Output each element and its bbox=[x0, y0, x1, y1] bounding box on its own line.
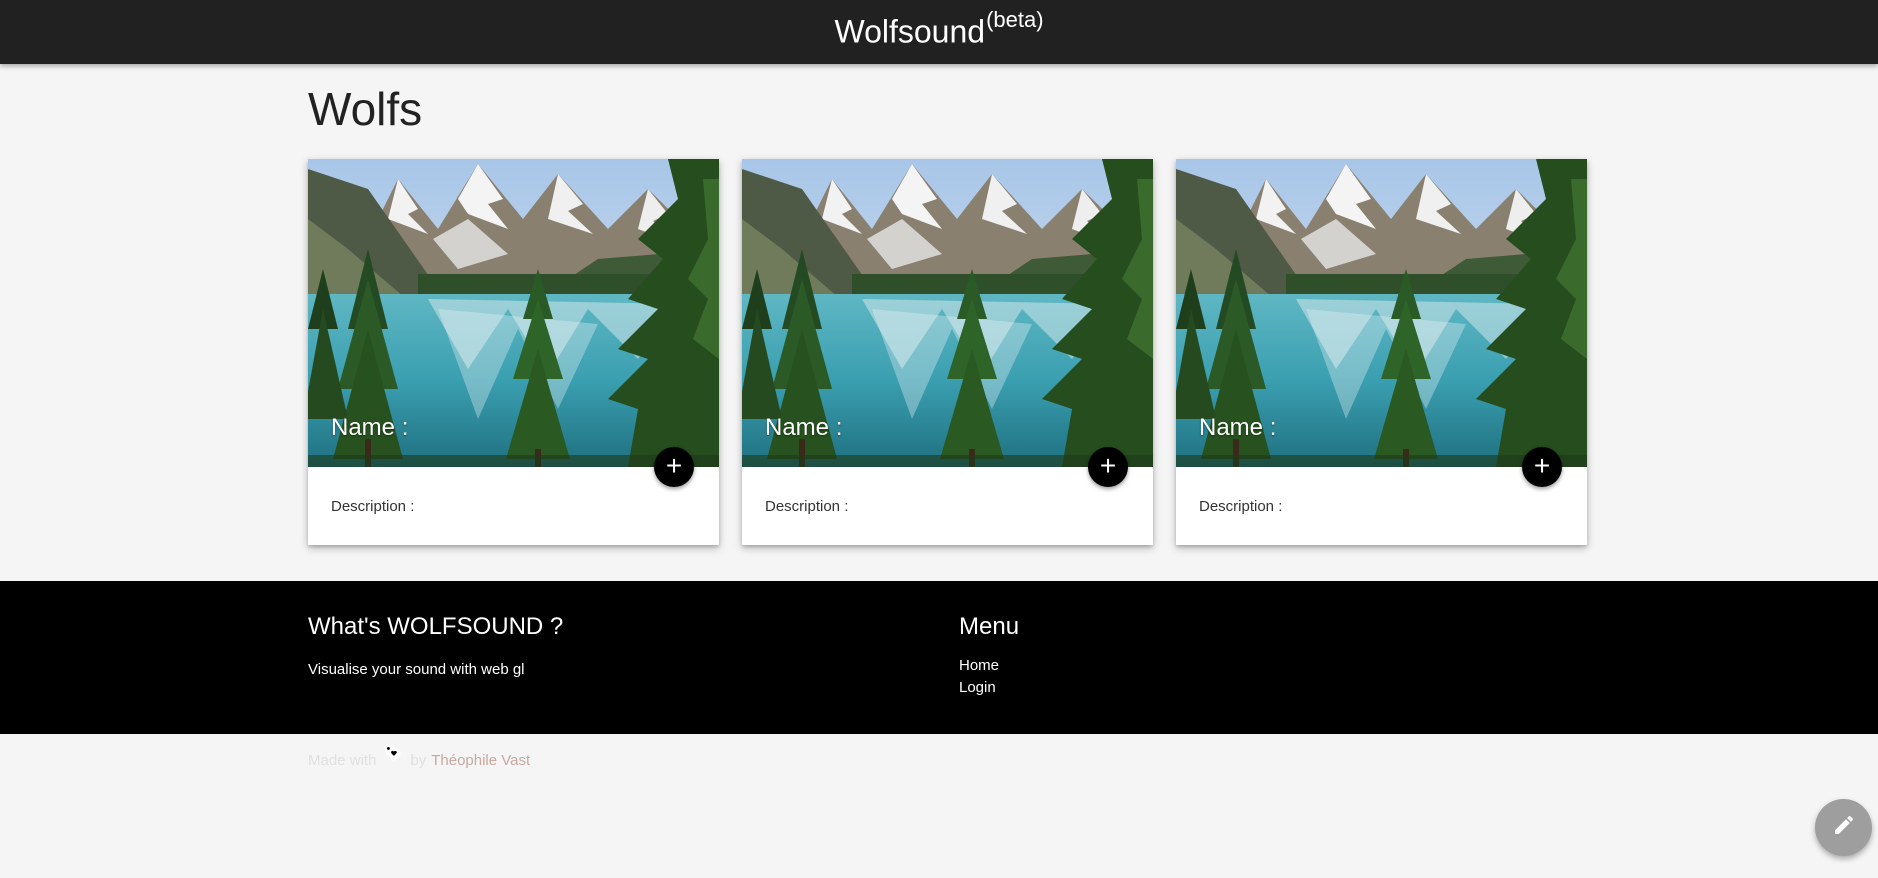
edit-fab-button[interactable] bbox=[1815, 799, 1872, 856]
tag-heart-icon bbox=[382, 742, 404, 764]
plus-icon: + bbox=[665, 450, 683, 481]
pencil-icon bbox=[1832, 813, 1856, 842]
author-link[interactable]: Théophile Vast bbox=[431, 752, 530, 769]
brand-name: Wolfsound bbox=[834, 13, 986, 50]
footer-copyright: Made with by Théophile Vast bbox=[308, 744, 530, 771]
card-title: Name : bbox=[1199, 414, 1277, 441]
card-description: Description : bbox=[331, 498, 415, 515]
card-description: Description : bbox=[1199, 498, 1283, 515]
footer-link-home[interactable]: Home bbox=[959, 657, 999, 674]
brand-logo[interactable]: Wolfsound(beta) bbox=[834, 8, 1043, 50]
wolf-card: Name : + Description : bbox=[742, 159, 1153, 545]
card-image: Name : bbox=[1176, 159, 1587, 467]
page-footer: What's WOLFSOUND ? Visualise your sound … bbox=[0, 581, 1878, 769]
plus-icon: + bbox=[1099, 450, 1117, 481]
card-add-button[interactable]: + bbox=[1522, 447, 1562, 487]
card-description: Description : bbox=[765, 498, 849, 515]
card-title: Name : bbox=[331, 414, 409, 441]
card-add-button[interactable]: + bbox=[654, 447, 694, 487]
wolf-card: Name : + Description : bbox=[1176, 159, 1587, 545]
brand-beta-tag: (beta) bbox=[986, 6, 1044, 32]
made-with-text: Made with bbox=[308, 751, 377, 769]
footer-menu-title: Menu bbox=[959, 613, 1020, 640]
card-title: Name : bbox=[765, 414, 843, 441]
by-text: by bbox=[410, 751, 427, 769]
footer-about-title: What's WOLFSOUND ? bbox=[308, 613, 564, 640]
top-navbar: Wolfsound(beta) bbox=[0, 0, 1878, 64]
card-image: Name : bbox=[308, 159, 719, 467]
plus-icon: + bbox=[1533, 450, 1551, 481]
card-add-button[interactable]: + bbox=[1088, 447, 1128, 487]
page-title: Wolfs bbox=[308, 83, 423, 135]
footer-link-login[interactable]: Login bbox=[959, 679, 996, 696]
footer-about-text: Visualise your sound with web gl bbox=[308, 661, 525, 678]
wolf-card: Name : + Description : bbox=[308, 159, 719, 545]
card-image: Name : bbox=[742, 159, 1153, 467]
